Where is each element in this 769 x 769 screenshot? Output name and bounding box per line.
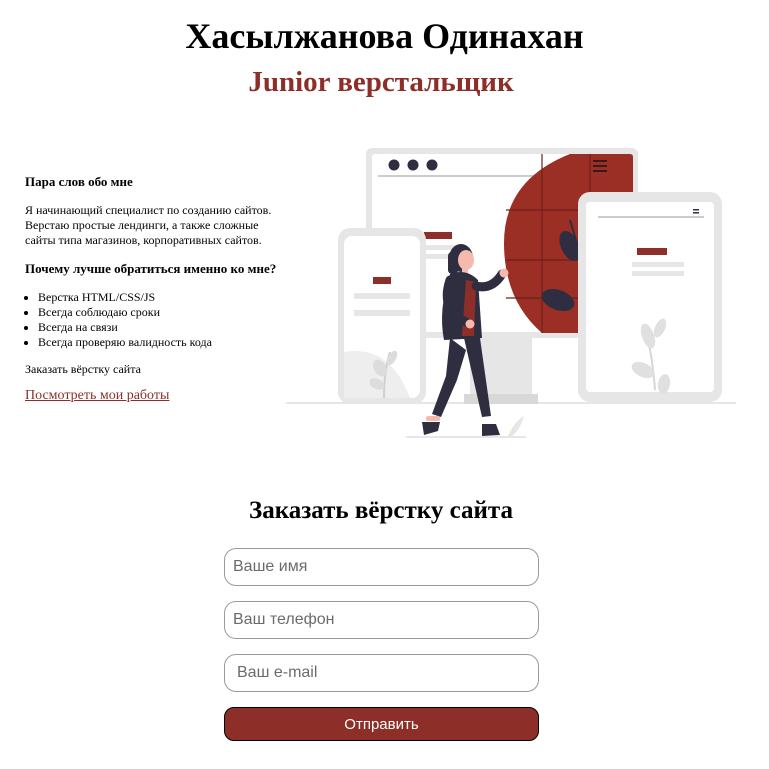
order-cta-text: Заказать вёрстку сайта <box>25 362 141 376</box>
portfolio-link[interactable]: Посмотреть мои работы <box>25 388 169 403</box>
phone-input[interactable] <box>224 601 539 639</box>
list-item: Всегда проверяю валидность кода <box>38 335 290 350</box>
email-input[interactable] <box>224 654 539 692</box>
reasons-list: Верстка HTML/CSS/JS Всегда соблюдаю срок… <box>25 290 290 350</box>
submit-button[interactable]: Отправить <box>224 707 539 741</box>
page-title: Хасылжанова Одинахан <box>185 16 584 56</box>
name-input[interactable] <box>224 548 539 586</box>
why-heading: Почему лучше обратиться именно ко мне? <box>25 261 277 276</box>
web-design-illustration <box>286 148 736 438</box>
list-item: Всегда соблюдаю сроки <box>38 305 290 320</box>
order-form-title: Заказать вёрстку сайта <box>249 497 513 524</box>
job-title: Junior верстальщик <box>248 66 514 98</box>
about-text: Я начинающий специалист по созданию сайт… <box>25 203 272 247</box>
list-item: Верстка HTML/CSS/JS <box>38 290 290 305</box>
about-section: Пара слов обо мне Я начинающий специалис… <box>25 174 290 403</box>
about-heading: Пара слов обо мне <box>25 174 133 189</box>
list-item: Всегда на связи <box>38 320 290 335</box>
